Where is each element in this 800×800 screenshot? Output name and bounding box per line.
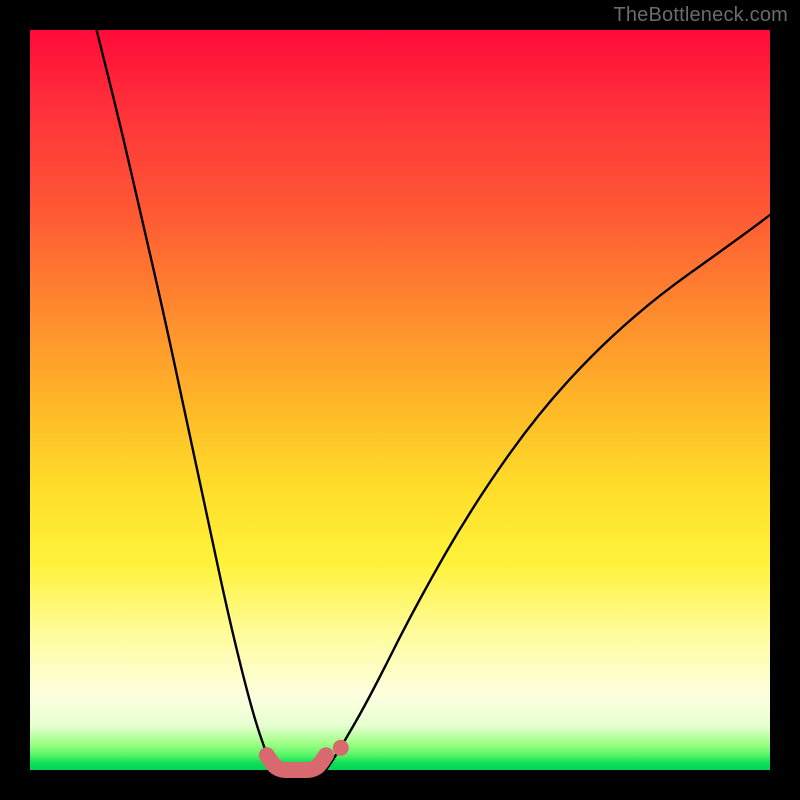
plot-area xyxy=(30,30,770,770)
curve-left-branch xyxy=(97,30,275,770)
outer-frame: TheBottleneck.com xyxy=(0,0,800,800)
curve-trough xyxy=(267,755,326,770)
curve-right-branch xyxy=(326,215,770,770)
chart-svg xyxy=(30,30,770,770)
watermark-text: TheBottleneck.com xyxy=(613,4,788,27)
trough-dot xyxy=(333,740,349,756)
